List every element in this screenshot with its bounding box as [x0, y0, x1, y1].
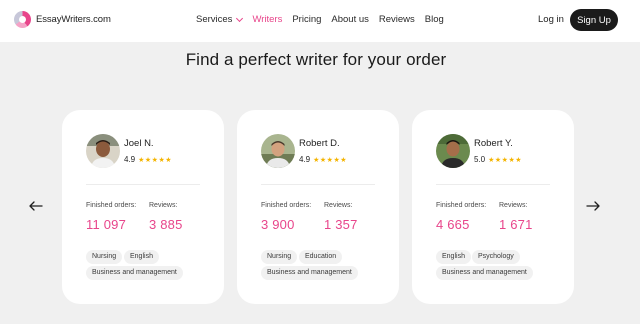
nav-item-about-us[interactable]: About us: [331, 14, 369, 25]
finished-orders-label: Finished orders:: [86, 202, 137, 209]
nav-item-label: Services: [196, 14, 233, 25]
nav-item-writers[interactable]: Writers: [252, 14, 282, 25]
nav-item-blog[interactable]: Blog: [425, 14, 444, 25]
avatar: [261, 134, 295, 168]
subject-tag: Education: [299, 250, 343, 264]
divider: [261, 184, 375, 185]
writer-card[interactable]: Robert Y. 5.0 ★★★★★ Finished orders: Rev…: [412, 110, 574, 304]
section-title: Find a perfect writer for your order: [185, 50, 447, 69]
subject-tag: English: [436, 250, 471, 264]
reviews-value: 1 357: [324, 217, 358, 232]
finished-orders-value: 3 900: [261, 217, 295, 232]
nav-item-pricing[interactable]: Pricing: [292, 14, 321, 25]
subject-tag: Business and management: [436, 266, 533, 280]
carousel-next-button[interactable]: [586, 199, 600, 213]
writer-name: Robert Y.: [474, 138, 513, 149]
arrow-left-icon: [29, 201, 43, 211]
avatar: [436, 134, 470, 168]
main-nav: Services Writers Pricing About us Review…: [196, 14, 454, 25]
subject-tag: Psychology: [472, 250, 520, 264]
logo-text: EssayWriters.com: [36, 14, 111, 25]
subject-tag: English: [124, 250, 159, 264]
rating-value: 4.9: [124, 155, 136, 164]
subject-tag: Nursing: [86, 250, 123, 264]
writer-rating: 4.9 ★★★★★: [299, 155, 347, 164]
arrow-right-icon: [586, 201, 600, 211]
subject-tag: Business and management: [261, 266, 358, 280]
reviews-label: Reviews:: [499, 202, 528, 209]
finished-orders-value: 4 665: [436, 217, 470, 232]
divider: [436, 184, 550, 185]
login-link[interactable]: Log in: [538, 14, 564, 25]
finished-orders-value: 11 097: [86, 217, 126, 232]
reviews-label: Reviews:: [149, 202, 178, 209]
rating-value: 4.9: [299, 155, 311, 164]
signup-button[interactable]: Sign Up: [570, 9, 618, 31]
chevron-down-icon: [236, 14, 244, 22]
star-rating-icon: ★★★★★: [313, 156, 348, 164]
subject-tag: Business and management: [86, 266, 183, 280]
writer-card[interactable]: Joel N. 4.9 ★★★★★ Finished orders: Revie…: [62, 110, 224, 304]
rating-value: 5.0: [474, 155, 486, 164]
nav-item-reviews[interactable]: Reviews: [379, 14, 415, 25]
writer-rating: 5.0 ★★★★★: [474, 155, 522, 164]
subject-tag: Nursing: [261, 250, 298, 264]
finished-orders-label: Finished orders:: [436, 202, 487, 209]
writer-name: Joel N.: [124, 138, 154, 149]
reviews-value: 3 885: [149, 217, 183, 232]
site-header: EssayWriters.com Services Writers Pricin…: [0, 0, 640, 42]
logo-icon: [14, 11, 31, 28]
writer-card[interactable]: Robert D. 4.9 ★★★★★ Finished orders: Rev…: [237, 110, 399, 304]
star-rating-icon: ★★★★★: [138, 156, 173, 164]
divider: [86, 184, 200, 185]
avatar: [86, 134, 120, 168]
reviews-label: Reviews:: [324, 202, 353, 209]
star-rating-icon: ★★★★★: [488, 156, 523, 164]
carousel-prev-button[interactable]: [29, 199, 43, 213]
writer-name: Robert D.: [299, 138, 340, 149]
nav-item-services[interactable]: Services: [196, 14, 244, 25]
finished-orders-label: Finished orders:: [261, 202, 312, 209]
reviews-value: 1 671: [499, 217, 533, 232]
logo[interactable]: EssayWriters.com: [14, 11, 111, 28]
writer-rating: 4.9 ★★★★★: [124, 155, 172, 164]
